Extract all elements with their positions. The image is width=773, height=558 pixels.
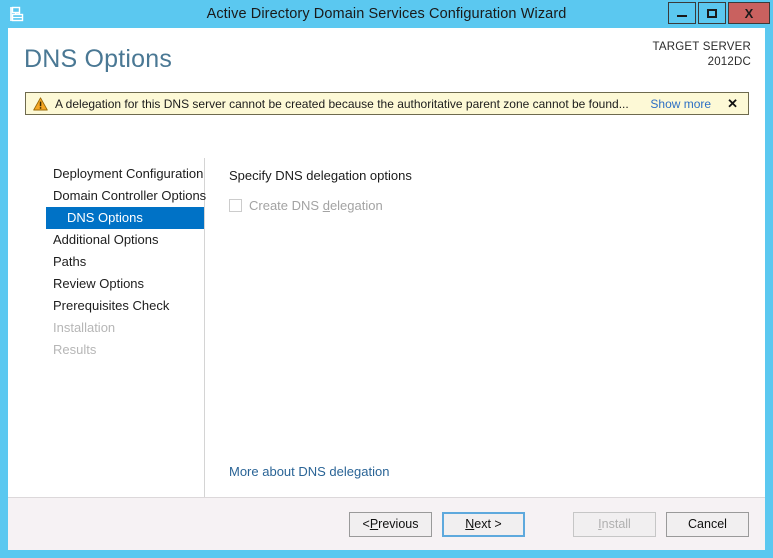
- warning-message: A delegation for this DNS server cannot …: [55, 96, 629, 111]
- content-heading: Specify DNS delegation options: [229, 168, 412, 183]
- page-title: DNS Options: [24, 45, 173, 73]
- warning-triangle-icon: [33, 96, 48, 111]
- sidebar-item-additional-options[interactable]: Additional Options: [46, 229, 204, 251]
- banner-close-icon[interactable]: ✕: [727, 97, 738, 110]
- create-dns-delegation-row[interactable]: Create DNS delegation: [229, 198, 747, 213]
- maximize-button[interactable]: [698, 2, 726, 24]
- target-server-label: TARGET SERVER: [652, 41, 751, 53]
- title-bar: Active Directory Domain Services Configu…: [0, 0, 773, 28]
- cancel-button[interactable]: Cancel: [666, 511, 749, 537]
- create-dns-delegation-label: Create DNS delegation: [249, 198, 383, 213]
- previous-button[interactable]: < Previous: [349, 511, 432, 537]
- sidebar-item-domain-controller-options[interactable]: Domain Controller Options: [46, 185, 206, 207]
- minimize-button[interactable]: [668, 2, 696, 24]
- more-about-dns-delegation-link[interactable]: More about DNS delegation: [229, 464, 389, 479]
- wizard-window: Active Directory Domain Services Configu…: [0, 0, 773, 558]
- sidebar-item-dns-options[interactable]: DNS Options: [46, 207, 204, 229]
- wizard-button-bar: < Previous Next > Install Cancel: [8, 497, 765, 550]
- create-dns-delegation-checkbox[interactable]: [229, 199, 242, 212]
- minimize-icon: [677, 14, 687, 17]
- sidebar-item-review-options[interactable]: Review Options: [46, 273, 204, 295]
- window-controls: X: [668, 2, 770, 24]
- notification-area: A delegation for this DNS server cannot …: [8, 92, 765, 115]
- sidebar-item-paths[interactable]: Paths: [46, 251, 204, 273]
- accelerator-letter: d: [322, 198, 330, 213]
- install-button: Install: [573, 511, 656, 537]
- content-pane: Specify DNS delegation options Create DN…: [206, 158, 765, 497]
- client-area: DNS Options TARGET SERVER 2012DC A deleg…: [8, 28, 765, 550]
- wizard-step-list: Deployment Configuration Domain Controll…: [8, 158, 206, 497]
- close-button[interactable]: X: [728, 2, 770, 24]
- next-button[interactable]: Next >: [442, 511, 525, 537]
- body-split: Deployment Configuration Domain Controll…: [8, 158, 765, 497]
- show-more-link[interactable]: Show more: [650, 97, 711, 111]
- server-wizard-icon: [6, 3, 28, 25]
- sidebar-item-deployment-configuration[interactable]: Deployment Configuration: [46, 163, 204, 185]
- sidebar-item-installation: Installation: [53, 320, 116, 335]
- target-server-name: 2012DC: [707, 56, 751, 68]
- window-title: Active Directory Domain Services Configu…: [206, 6, 567, 22]
- warning-banner: A delegation for this DNS server cannot …: [25, 92, 749, 115]
- page-header: DNS Options TARGET SERVER 2012DC: [8, 28, 765, 86]
- sidebar-item-results: Results: [53, 342, 97, 357]
- sidebar-item-prerequisites-check[interactable]: Prerequisites Check: [46, 295, 204, 317]
- maximize-icon: [707, 8, 717, 18]
- target-server-block: TARGET SERVER 2012DC: [653, 40, 751, 70]
